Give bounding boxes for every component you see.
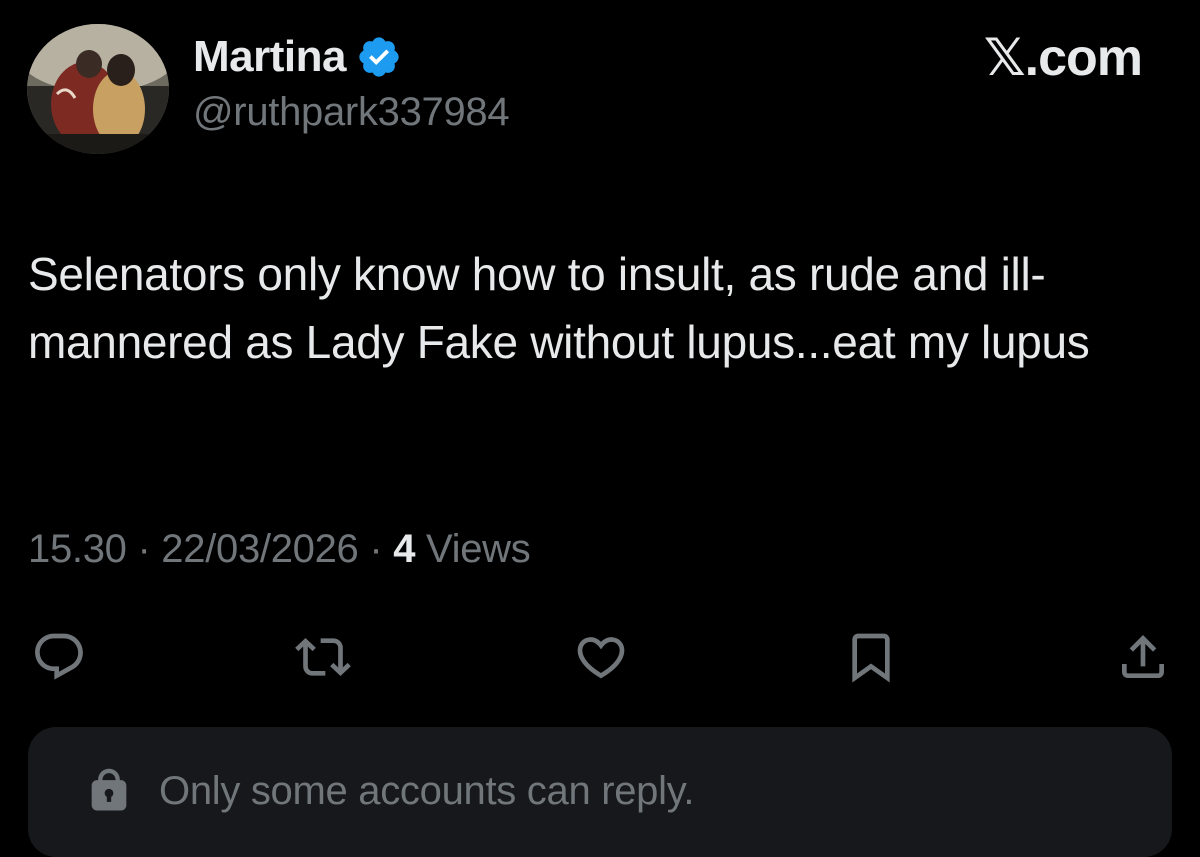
- tweet-text: Selenators only know how to insult, as r…: [28, 248, 1090, 368]
- bookmark-button[interactable]: [840, 626, 902, 688]
- repost-arrows-icon: [295, 638, 351, 676]
- tweet-date[interactable]: 22/03/2026: [161, 527, 359, 571]
- tweet-card: Martina @ruthpark337984 𝕏.com Selenators…: [0, 0, 1200, 857]
- repost-button[interactable]: [292, 626, 354, 688]
- share-button[interactable]: [1112, 626, 1174, 688]
- views-count: 4: [393, 527, 416, 571]
- user-handle[interactable]: @ruthpark337984: [193, 90, 510, 135]
- share-upload-icon: [1122, 635, 1164, 678]
- display-name[interactable]: Martina: [193, 32, 346, 82]
- user-name-row[interactable]: Martina: [193, 30, 402, 84]
- tweet-actions: [0, 626, 1200, 692]
- speech-bubble-icon: [35, 633, 83, 680]
- meta-separator: ·: [137, 527, 151, 571]
- reply-restriction-content: Only some accounts can reply.: [83, 765, 695, 817]
- avatar[interactable]: [27, 24, 169, 154]
- tweet-meta: 15.30 · 22/03/2026 · 4 Views: [28, 527, 531, 572]
- meta-separator: ·: [369, 527, 383, 571]
- verified-badge-icon: [356, 34, 402, 80]
- tweet-time[interactable]: 15.30: [28, 527, 127, 571]
- reply-restriction-text: Only some accounts can reply.: [159, 768, 695, 813]
- lock-icon: [91, 768, 127, 811]
- reply-restriction-banner: Only some accounts can reply.: [28, 727, 1172, 857]
- avatar-photo-icon: [27, 24, 169, 154]
- x-brand-logo: 𝕏.com: [983, 29, 1143, 87]
- bookmark-icon: [852, 633, 890, 683]
- reply-button[interactable]: [28, 626, 90, 688]
- heart-icon: [577, 637, 625, 679]
- views-label: Views: [425, 527, 531, 571]
- like-button[interactable]: [570, 626, 632, 688]
